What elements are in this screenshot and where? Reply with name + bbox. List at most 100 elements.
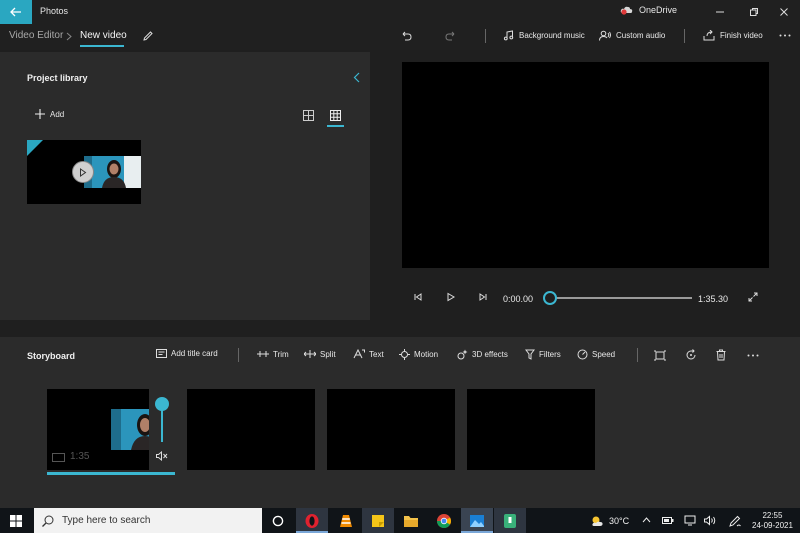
- current-time: 0:00.00: [503, 294, 534, 304]
- redo-icon[interactable]: [445, 30, 457, 42]
- close-button[interactable]: [768, 0, 800, 24]
- minimize-button[interactable]: [704, 0, 736, 24]
- text-button[interactable]: Text: [353, 349, 384, 359]
- background-music-label: Background music: [519, 31, 585, 40]
- chevron-up-icon[interactable]: [642, 517, 651, 523]
- windows-start-icon[interactable]: [10, 515, 22, 527]
- finish-video-button[interactable]: Finish video: [703, 30, 763, 41]
- active-view-indicator: [327, 125, 344, 127]
- chevron-right-icon: [66, 32, 72, 41]
- command-bar: Video Editor New video Background music …: [0, 24, 800, 50]
- speed-label: Speed: [592, 350, 616, 359]
- onedrive-label: OneDrive: [639, 5, 678, 15]
- volume-thumb[interactable]: [155, 397, 169, 411]
- music-note-icon: [503, 30, 514, 41]
- seek-thumb[interactable]: [543, 291, 557, 305]
- back-arrow-icon: [10, 7, 22, 17]
- motion-button[interactable]: Motion: [399, 349, 438, 360]
- trim-button[interactable]: Trim: [257, 349, 289, 359]
- play-button-icon[interactable]: [446, 292, 456, 302]
- added-marker: [27, 140, 43, 156]
- filters-button[interactable]: Filters: [525, 349, 561, 360]
- storyboard-panel: Storyboard Add title card Trim Split Tex…: [0, 337, 800, 508]
- search-placeholder: Type here to search: [62, 515, 151, 526]
- empty-clip-slot[interactable]: [187, 389, 315, 470]
- breadcrumb-current: New video: [80, 30, 127, 41]
- delete-icon[interactable]: [716, 349, 726, 361]
- battery-icon[interactable]: [662, 516, 674, 525]
- resize-icon[interactable]: [654, 350, 666, 361]
- taskbar: Type here to search 30°C 22:55 24-09-202…: [0, 508, 800, 533]
- filters-icon: [525, 349, 535, 360]
- library-media-thumbnail[interactable]: [27, 140, 141, 204]
- clip-type-icon: [52, 453, 65, 462]
- mute-speaker-icon[interactable]: [156, 451, 168, 461]
- opera-app-icon[interactable]: [296, 508, 328, 533]
- photos-app-icon[interactable]: [461, 508, 493, 533]
- export-icon: [703, 30, 715, 41]
- trim-icon: [257, 349, 269, 359]
- file-explorer-app-icon[interactable]: [395, 508, 427, 533]
- add-label: Add: [50, 109, 65, 119]
- collapse-library-icon[interactable]: [353, 72, 360, 83]
- clip-selected-indicator: [47, 472, 175, 475]
- text-icon: [353, 349, 365, 359]
- toolbar-divider: [684, 29, 685, 43]
- clip-duration: 1:35: [70, 451, 90, 462]
- chrome-app-icon[interactable]: [428, 508, 460, 533]
- volume-icon[interactable]: [704, 515, 717, 526]
- vlc-app-icon[interactable]: [330, 508, 362, 533]
- rename-pencil-icon[interactable]: [142, 30, 154, 42]
- split-icon: [304, 349, 316, 359]
- search-icon: [42, 515, 54, 527]
- fullscreen-icon[interactable]: [748, 292, 758, 302]
- more-options-icon[interactable]: [779, 34, 791, 37]
- sticky-notes-app-icon[interactable]: [362, 508, 394, 533]
- toolbar-divider: [238, 348, 239, 362]
- cortana-icon[interactable]: [272, 515, 284, 527]
- 3d-effects-icon: [457, 349, 468, 360]
- speed-icon: [577, 349, 588, 360]
- seek-bar[interactable]: [550, 297, 692, 299]
- add-media-button[interactable]: Add: [35, 109, 64, 119]
- rotate-icon[interactable]: [685, 349, 697, 361]
- total-time: 1:35.30: [698, 294, 729, 304]
- more-options-icon[interactable]: [747, 354, 759, 357]
- temperature: 30°C: [609, 516, 630, 526]
- play-icon[interactable]: [72, 161, 94, 183]
- clock-date: 24-09-2021: [752, 521, 793, 530]
- storyboard-clip[interactable]: 1:35: [47, 389, 175, 470]
- empty-clip-slot[interactable]: [327, 389, 455, 470]
- undo-icon[interactable]: [400, 30, 412, 42]
- custom-audio-icon: [599, 30, 611, 41]
- project-library-panel: Project library Add: [0, 52, 370, 320]
- split-button[interactable]: Split: [304, 349, 336, 359]
- title-bar: Photos OneDrive: [0, 0, 800, 24]
- large-grid-view-icon[interactable]: [303, 110, 314, 121]
- pen-workspace-icon[interactable]: [729, 515, 741, 527]
- next-frame-icon[interactable]: [478, 292, 488, 302]
- add-title-card-button[interactable]: Add title card: [156, 349, 218, 358]
- custom-audio-button[interactable]: Custom audio: [599, 30, 665, 41]
- small-grid-view-icon[interactable]: [330, 110, 341, 121]
- taskbar-search-box[interactable]: Type here to search: [34, 508, 262, 533]
- onedrive-status[interactable]: OneDrive: [620, 5, 677, 15]
- back-button[interactable]: [0, 0, 32, 24]
- finish-video-label: Finish video: [720, 31, 763, 40]
- speed-button[interactable]: Speed: [577, 349, 615, 360]
- green-app-icon[interactable]: [494, 508, 526, 533]
- motion-label: Motion: [414, 350, 439, 359]
- network-icon[interactable]: [684, 515, 696, 526]
- 3d-effects-button[interactable]: 3D effects: [457, 349, 508, 360]
- breadcrumb-underline: [80, 45, 124, 47]
- clock-time: 22:55: [762, 511, 783, 520]
- previous-frame-icon[interactable]: [413, 292, 423, 302]
- trim-label: Trim: [273, 349, 289, 359]
- restore-button[interactable]: [738, 0, 770, 24]
- video-preview[interactable]: [402, 62, 769, 268]
- background-music-button[interactable]: Background music: [503, 30, 585, 41]
- empty-clip-slot[interactable]: [467, 389, 595, 470]
- taskbar-clock[interactable]: 22:55 24-09-2021: [752, 511, 793, 531]
- weather-icon[interactable]: [590, 515, 604, 527]
- breadcrumb-video-editor[interactable]: Video Editor: [9, 30, 63, 41]
